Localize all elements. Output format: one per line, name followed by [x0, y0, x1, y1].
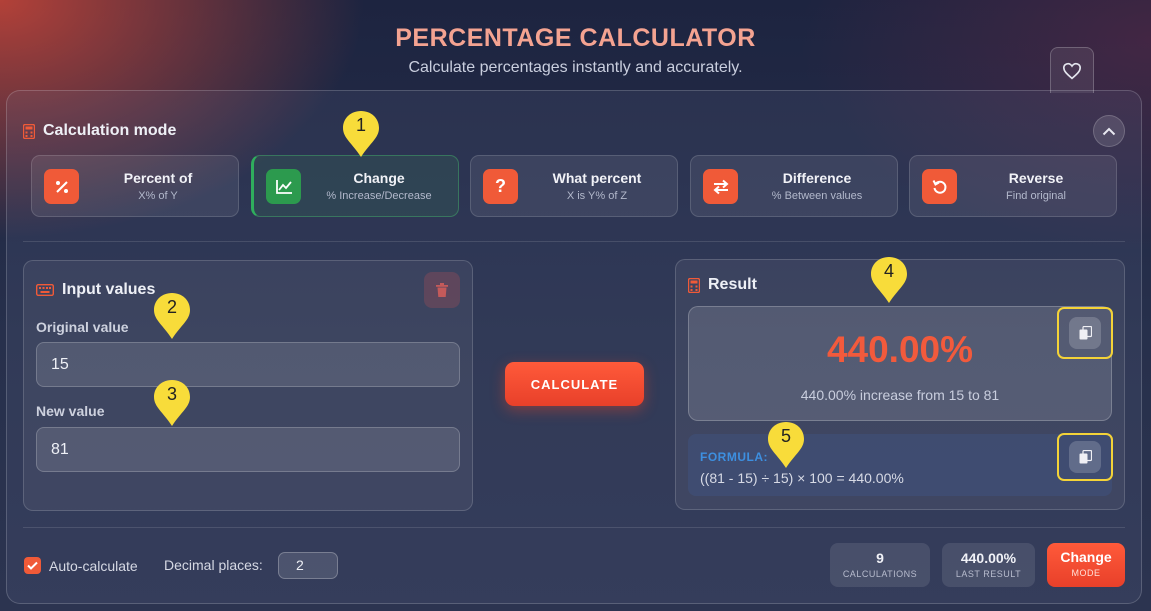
calculator-icon	[688, 277, 700, 293]
favorite-button[interactable]	[1050, 47, 1094, 93]
formula-box: FORMULA: ((81 - 15) ÷ 15) × 100 = 440.00…	[688, 434, 1112, 496]
original-value-label: Original value	[36, 319, 129, 335]
annotation-number: 4	[883, 261, 894, 281]
swap-arrows-icon	[703, 169, 738, 204]
mode-card-what-percent[interactable]: ? What percent X is Y% of Z	[470, 155, 678, 217]
annotation-pin-4: 4	[869, 255, 909, 307]
decimal-places-label: Decimal places:	[164, 557, 263, 573]
last-result-stat: 440.00% LAST RESULT	[942, 543, 1035, 587]
mode-desc: X% of Y	[138, 190, 178, 202]
mode-name: Percent of	[123, 170, 193, 186]
change-mode-button[interactable]: Change MODE	[1047, 543, 1125, 587]
chevron-up-icon	[1102, 127, 1116, 135]
formula-text: ((81 - 15) ÷ 15) × 100 = 440.00%	[700, 470, 904, 486]
mode-section-header: Calculation mode	[23, 122, 176, 140]
stat-value: 440.00%	[960, 550, 1017, 566]
calculate-button[interactable]: CALCULATE	[505, 362, 644, 406]
annotation-number: 3	[166, 384, 177, 404]
calculations-stat: 9 CALCULATIONS	[830, 543, 930, 587]
mode-desc: % Between values	[771, 190, 863, 202]
mode-card-difference[interactable]: Difference % Between values	[690, 155, 898, 217]
copy-result-button[interactable]	[1069, 317, 1101, 349]
annotation-number: 1	[355, 115, 366, 135]
auto-calculate-checkbox[interactable]	[24, 557, 41, 574]
annotation-pin-3: 3	[152, 378, 192, 430]
new-value-input[interactable]: 81	[36, 427, 460, 472]
divider	[23, 527, 1125, 528]
auto-calculate-toggle[interactable]: Auto-calculate	[24, 557, 138, 574]
copy-icon	[1079, 326, 1092, 340]
keyboard-icon	[36, 284, 54, 296]
result-box: 440.00% 440.00% increase from 15 to 81	[688, 306, 1112, 421]
stat-label: LAST RESULT	[955, 569, 1022, 579]
original-value-input[interactable]: 15	[36, 342, 460, 387]
heart-icon	[1062, 62, 1082, 79]
result-description: 440.00% increase from 15 to 81	[800, 387, 1000, 403]
mode-name: What percent	[552, 170, 642, 186]
stat-value: 9	[876, 550, 884, 566]
decimal-places-input[interactable]: 2	[278, 552, 338, 579]
new-value-label: New value	[36, 403, 105, 419]
annotation-pin-5: 5	[766, 420, 806, 472]
input-section-header: Input values	[36, 281, 155, 299]
result-value: 440.00%	[826, 329, 974, 370]
mode-section-title: Calculation mode	[43, 122, 177, 139]
result-section-title: Result	[708, 276, 757, 293]
annotation-pin-1: 1	[341, 109, 381, 161]
mode-desc: Find original	[1006, 190, 1066, 202]
input-section-title: Input values	[62, 281, 156, 298]
question-icon: ?	[483, 169, 518, 204]
annotation-number: 5	[780, 426, 791, 446]
calculator-panel: Calculation mode Percent of X% of Y Chan…	[6, 90, 1142, 604]
annotation-number: 2	[166, 297, 177, 317]
clear-button[interactable]	[424, 272, 460, 308]
change-mode-sublabel: MODE	[1071, 568, 1101, 578]
mode-card-percent-of[interactable]: Percent of X% of Y	[31, 155, 239, 217]
mode-card-change[interactable]: Change % Increase/Decrease	[251, 155, 459, 217]
page-header: PERCENTAGE CALCULATOR Calculate percenta…	[0, 24, 1151, 77]
mode-name: Difference	[782, 170, 852, 186]
mode-name: Change	[353, 170, 405, 186]
copy-icon	[1079, 450, 1092, 464]
page-title: PERCENTAGE CALCULATOR	[395, 24, 756, 52]
mode-desc: % Increase/Decrease	[326, 190, 432, 202]
trash-icon	[436, 283, 448, 297]
divider	[23, 241, 1125, 242]
change-mode-label: Change	[1060, 549, 1112, 565]
copy-formula-button[interactable]	[1069, 441, 1101, 473]
undo-icon	[922, 169, 957, 204]
page-subtitle: Calculate percentages instantly and accu…	[408, 59, 743, 76]
input-panel: Input values Original value 15 New value…	[23, 260, 473, 511]
stat-label: CALCULATIONS	[842, 569, 918, 579]
auto-calculate-label: Auto-calculate	[49, 557, 138, 574]
mode-card-reverse[interactable]: Reverse Find original	[909, 155, 1117, 217]
formula-label: FORMULA:	[700, 450, 768, 464]
percent-icon	[44, 169, 79, 204]
checkmark-icon	[27, 561, 38, 570]
chart-line-icon	[266, 169, 301, 204]
mode-name: Reverse	[1008, 170, 1064, 186]
mode-desc: X is Y% of Z	[566, 190, 628, 202]
result-section-header: Result	[688, 276, 757, 294]
calculator-icon	[23, 123, 35, 139]
annotation-pin-2: 2	[152, 291, 192, 343]
collapse-button[interactable]	[1093, 115, 1125, 147]
